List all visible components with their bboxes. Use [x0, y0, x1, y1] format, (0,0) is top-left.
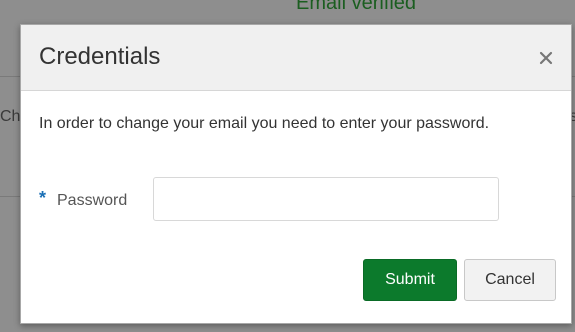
dialog-title: Credentials [39, 43, 161, 70]
dialog-message: In order to change your email you need t… [39, 115, 490, 132]
credentials-dialog: Credentials In order to change your emai… [20, 24, 572, 324]
required-marker: * [39, 188, 47, 208]
email-verified-status: Email verified [296, 0, 417, 14]
background-left-text: Ch [0, 108, 21, 125]
password-label: Password [57, 192, 128, 209]
close-button[interactable] [535, 47, 557, 69]
dialog-header: Credentials [21, 25, 571, 91]
close-icon [535, 47, 557, 69]
cancel-button[interactable]: Cancel [464, 259, 556, 301]
password-input[interactable] [153, 177, 499, 221]
password-field-row: * Password [39, 177, 539, 221]
submit-button[interactable]: Submit [363, 259, 457, 301]
